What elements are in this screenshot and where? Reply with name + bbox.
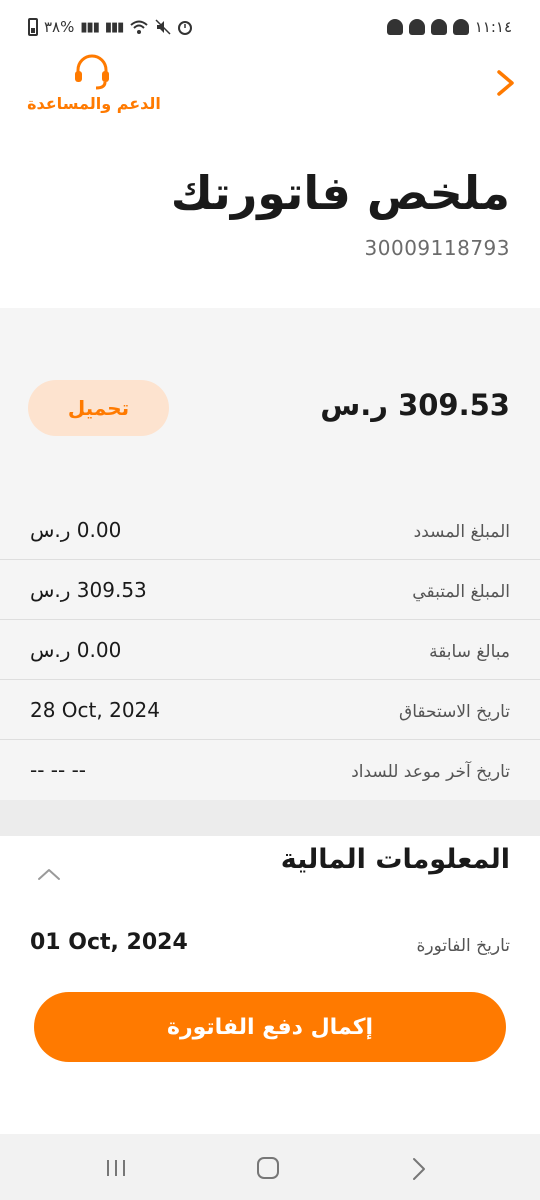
bill-summary-card: 309.53 ر.س تحميل المبلغ المسدد 0.00 ر.س … <box>0 308 540 800</box>
status-right: ١١:١٤ <box>386 18 512 36</box>
snapchat-icon <box>386 19 403 35</box>
page-title: ملخص فاتورتك <box>170 166 510 220</box>
row-label: مبالغ سابقة <box>429 642 510 662</box>
invoice-date-label: تاريخ الفاتورة <box>416 936 510 956</box>
signal-icon: ▮▮▮ <box>80 19 99 35</box>
row-value: 309.53 ر.س <box>30 578 147 602</box>
mute-icon <box>155 19 171 35</box>
recent-apps-icon[interactable] <box>104 1158 128 1178</box>
financial-info-section: المعلومات المالية تاريخ الفاتورة 01 Oct,… <box>0 836 540 1134</box>
section-title: المعلومات المالية <box>280 844 510 875</box>
summary-rows: المبلغ المسدد 0.00 ر.س المبلغ المتبقي 30… <box>0 500 540 800</box>
row-paid-amount: المبلغ المسدد 0.00 ر.س <box>0 500 540 560</box>
row-value: -- -- -- <box>30 758 87 782</box>
snapchat-icon-2 <box>408 19 425 35</box>
row-label: المبلغ المسدد <box>413 522 510 542</box>
row-due-date: تاريخ الاستحقاق 28 Oct, 2024 <box>0 680 540 740</box>
row-remaining-amount: المبلغ المتبقي 309.53 ر.س <box>0 560 540 620</box>
status-bar: ٣٨% ▮▮▮ ▮▮▮ ١١:١٤ <box>0 0 540 48</box>
status-left: ٣٨% ▮▮▮ ▮▮▮ <box>28 18 193 36</box>
row-value: 0.00 ر.س <box>30 518 122 542</box>
invoice-date-value: 01 Oct, 2024 <box>30 930 188 955</box>
system-nav-bar <box>0 1134 540 1200</box>
alarm-icon <box>178 21 193 35</box>
signal-icon-2: ▮▮▮ <box>104 19 124 35</box>
support-label: الدعم والمساعدة <box>27 94 161 113</box>
headset-icon <box>75 54 109 90</box>
snapchat-icon-4 <box>452 19 469 35</box>
row-label: تاريخ الاستحقاق <box>399 702 510 722</box>
complete-payment-button[interactable]: إكمال دفع الفاتورة <box>34 992 506 1062</box>
section-divider <box>0 800 540 836</box>
row-label: تاريخ آخر موعد للسداد <box>351 762 510 782</box>
row-label: المبلغ المتبقي <box>412 582 510 602</box>
battery-percent: ٣٨% <box>44 18 75 36</box>
row-previous-amounts: مبالغ سابقة 0.00 ر.س <box>0 620 540 680</box>
row-last-payment-date: تاريخ آخر موعد للسداد -- -- -- <box>0 740 540 800</box>
wifi-icon <box>130 20 148 34</box>
snapchat-icon-3 <box>430 19 447 35</box>
chevron-up-icon[interactable] <box>34 862 64 886</box>
support-button[interactable]: الدعم والمساعدة <box>24 52 164 118</box>
home-icon[interactable] <box>256 1156 280 1180</box>
clock: ١١:١٤ <box>474 18 512 36</box>
battery-icon <box>28 18 38 36</box>
page-header: الدعم والمساعدة ملخص فاتورتك 30009118793 <box>0 48 540 308</box>
nav-back-icon[interactable] <box>410 1156 428 1182</box>
row-value: 28 Oct, 2024 <box>30 698 160 722</box>
total-amount: 309.53 ر.س <box>320 388 510 422</box>
row-value: 0.00 ر.س <box>30 638 122 662</box>
account-number: 30009118793 <box>364 236 510 260</box>
chevron-right-icon[interactable] <box>494 68 518 98</box>
download-button[interactable]: تحميل <box>28 380 169 436</box>
